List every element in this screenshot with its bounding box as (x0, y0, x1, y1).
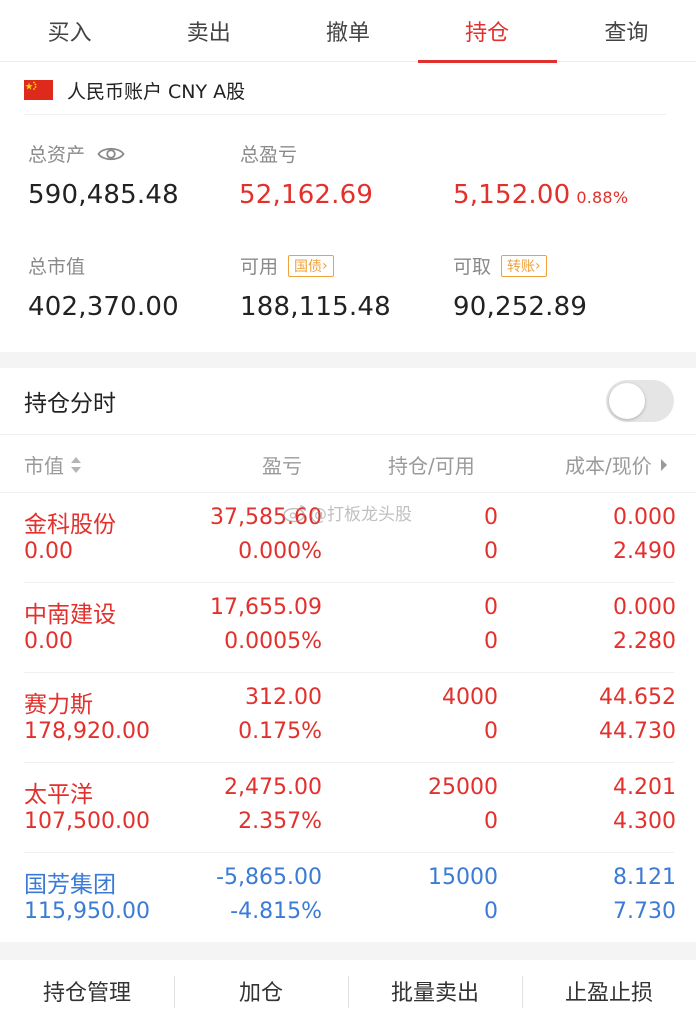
available-qty: 0 (484, 719, 498, 744)
tab-positions[interactable]: 持仓 (417, 0, 557, 63)
account-selector[interactable]: 人民币账户 CNY A股 (24, 74, 245, 106)
column-cost-price-label: 成本/现价 (565, 454, 652, 478)
profit-loss: 17,655.09 (210, 595, 322, 620)
available-label: 可用 国债 › (240, 252, 334, 279)
toggle-knob (609, 383, 645, 419)
stock-name: 赛力斯 (24, 692, 93, 718)
market-value: 115,950.00 (24, 899, 150, 924)
section-gap (0, 352, 696, 368)
profit-loss-percent: 0.175% (238, 719, 322, 744)
today-pl-value: 5,152.00 (453, 180, 571, 210)
sort-icon (70, 455, 82, 475)
holding-row[interactable]: 中南建设 0.00 17,655.09 0.0005% 0 0 0.000 2.280 (0, 583, 696, 673)
market-value: 0.00 (24, 629, 73, 654)
column-qty[interactable]: 持仓/可用 (388, 450, 475, 479)
total-assets-label-text: 总资产 (28, 144, 86, 166)
profit-loss: -5,865.00 (216, 865, 322, 890)
position-qty: 15000 (428, 865, 498, 890)
intraday-toggle[interactable] (606, 380, 674, 422)
china-flag-icon (24, 80, 53, 100)
divider (24, 114, 666, 115)
stock-name: 金科股份 (24, 512, 116, 538)
current-price: 44.730 (599, 719, 676, 744)
profit-loss-percent: 0.0005% (224, 629, 322, 654)
withdrawable-value: 90,252.89 (453, 292, 588, 322)
holding-row[interactable]: 太平洋 107,500.00 2,475.00 2.357% 25000 0 4.201 4.… (0, 763, 696, 853)
today-pl: 5,152.00 0.88% (453, 180, 628, 210)
tab-sell[interactable]: 卖出 (139, 0, 278, 62)
holdings-title: 持仓分时 (24, 391, 116, 417)
column-pl[interactable]: 盈亏 (262, 450, 302, 479)
today-pl-percent: 0.88% (576, 188, 629, 207)
market-value-value: 402,370.00 (28, 292, 179, 322)
withdrawable-label-text: 可取 (453, 256, 492, 278)
current-price: 2.280 (613, 629, 676, 654)
current-price: 2.490 (613, 539, 676, 564)
section-gap (0, 942, 696, 960)
weibo-icon (282, 503, 308, 523)
profit-loss-percent: 2.357% (238, 809, 322, 834)
position-qty: 25000 (428, 775, 498, 800)
chevron-right-icon: › (535, 257, 541, 274)
holding-row[interactable]: 国芳集团 115,950.00 -5,865.00 -4.815% 15000 0 8.12… (0, 853, 696, 943)
position-qty: 0 (484, 505, 498, 530)
divider (0, 434, 696, 435)
position-management-button[interactable]: 持仓管理 (0, 960, 174, 1022)
chevron-right-icon: › (322, 257, 328, 274)
chevron-right-icon (660, 453, 668, 477)
stock-name: 中南建设 (24, 602, 116, 628)
cost-price: 8.121 (613, 865, 676, 890)
position-qty: 0 (484, 595, 498, 620)
cost-price: 0.000 (613, 505, 676, 530)
watermark-text: @打板龙头股 (310, 505, 412, 525)
account-label: 人民币账户 CNY A股 (67, 80, 246, 103)
treasury-bond-link[interactable]: 国债 › (288, 254, 334, 277)
total-assets-label: 总资产 (28, 140, 125, 167)
transfer-link[interactable]: 转账 › (501, 254, 547, 277)
market-value-label: 总市值 (28, 256, 86, 278)
add-position-button[interactable]: 加仓 (174, 960, 348, 1022)
current-price: 4.300 (613, 809, 676, 834)
available-qty: 0 (484, 539, 498, 564)
available-qty: 0 (484, 629, 498, 654)
total-pl-value: 52,162.69 (239, 180, 374, 210)
market-value: 107,500.00 (24, 809, 150, 834)
profit-loss: 2,475.00 (224, 775, 322, 800)
holding-row[interactable]: 赛力斯 178,920.00 312.00 0.175% 4000 0 44.652 44.7… (0, 673, 696, 763)
stock-name: 国芳集团 (24, 872, 116, 898)
market-value: 178,920.00 (24, 719, 150, 744)
cost-price: 0.000 (613, 595, 676, 620)
total-pl-label: 总盈亏 (240, 144, 298, 166)
stock-name: 太平洋 (24, 782, 93, 808)
transfer-text: 转账 (507, 258, 536, 275)
eye-icon[interactable] (97, 145, 125, 163)
column-market-value-label: 市值 (24, 454, 64, 478)
stop-profit-loss-button[interactable]: 止盈止损 (522, 960, 696, 1022)
bottom-action-bar: 持仓管理 加仓 批量卖出 止盈止损 (0, 960, 696, 1022)
withdrawable-label: 可取 转账 › (453, 252, 547, 279)
tab-cancel-order[interactable]: 撤单 (278, 0, 417, 62)
profit-loss: 312.00 (245, 685, 322, 710)
current-price: 7.730 (613, 899, 676, 924)
available-label-text: 可用 (240, 256, 279, 278)
batch-sell-button[interactable]: 批量卖出 (348, 960, 522, 1022)
watermark: @打板龙头股 (282, 500, 412, 525)
trade-tabs: 买入 卖出 撤单 持仓 查询 (0, 0, 696, 63)
position-qty: 4000 (442, 685, 498, 710)
market-value: 0.00 (24, 539, 73, 564)
available-value: 188,115.48 (240, 292, 391, 322)
cost-price: 4.201 (613, 775, 676, 800)
tab-query[interactable]: 查询 (557, 0, 696, 62)
column-market-value[interactable]: 市值 (24, 450, 82, 479)
available-qty: 0 (484, 809, 498, 834)
treasury-bond-text: 国债 (294, 258, 323, 275)
total-assets-value: 590,485.48 (28, 180, 179, 210)
cost-price: 44.652 (599, 685, 676, 710)
available-qty: 0 (484, 899, 498, 924)
tab-buy[interactable]: 买入 (0, 0, 139, 62)
profit-loss-percent: 0.000% (238, 539, 322, 564)
column-cost-price[interactable]: 成本/现价 (565, 450, 668, 479)
profit-loss-percent: -4.815% (230, 899, 322, 924)
